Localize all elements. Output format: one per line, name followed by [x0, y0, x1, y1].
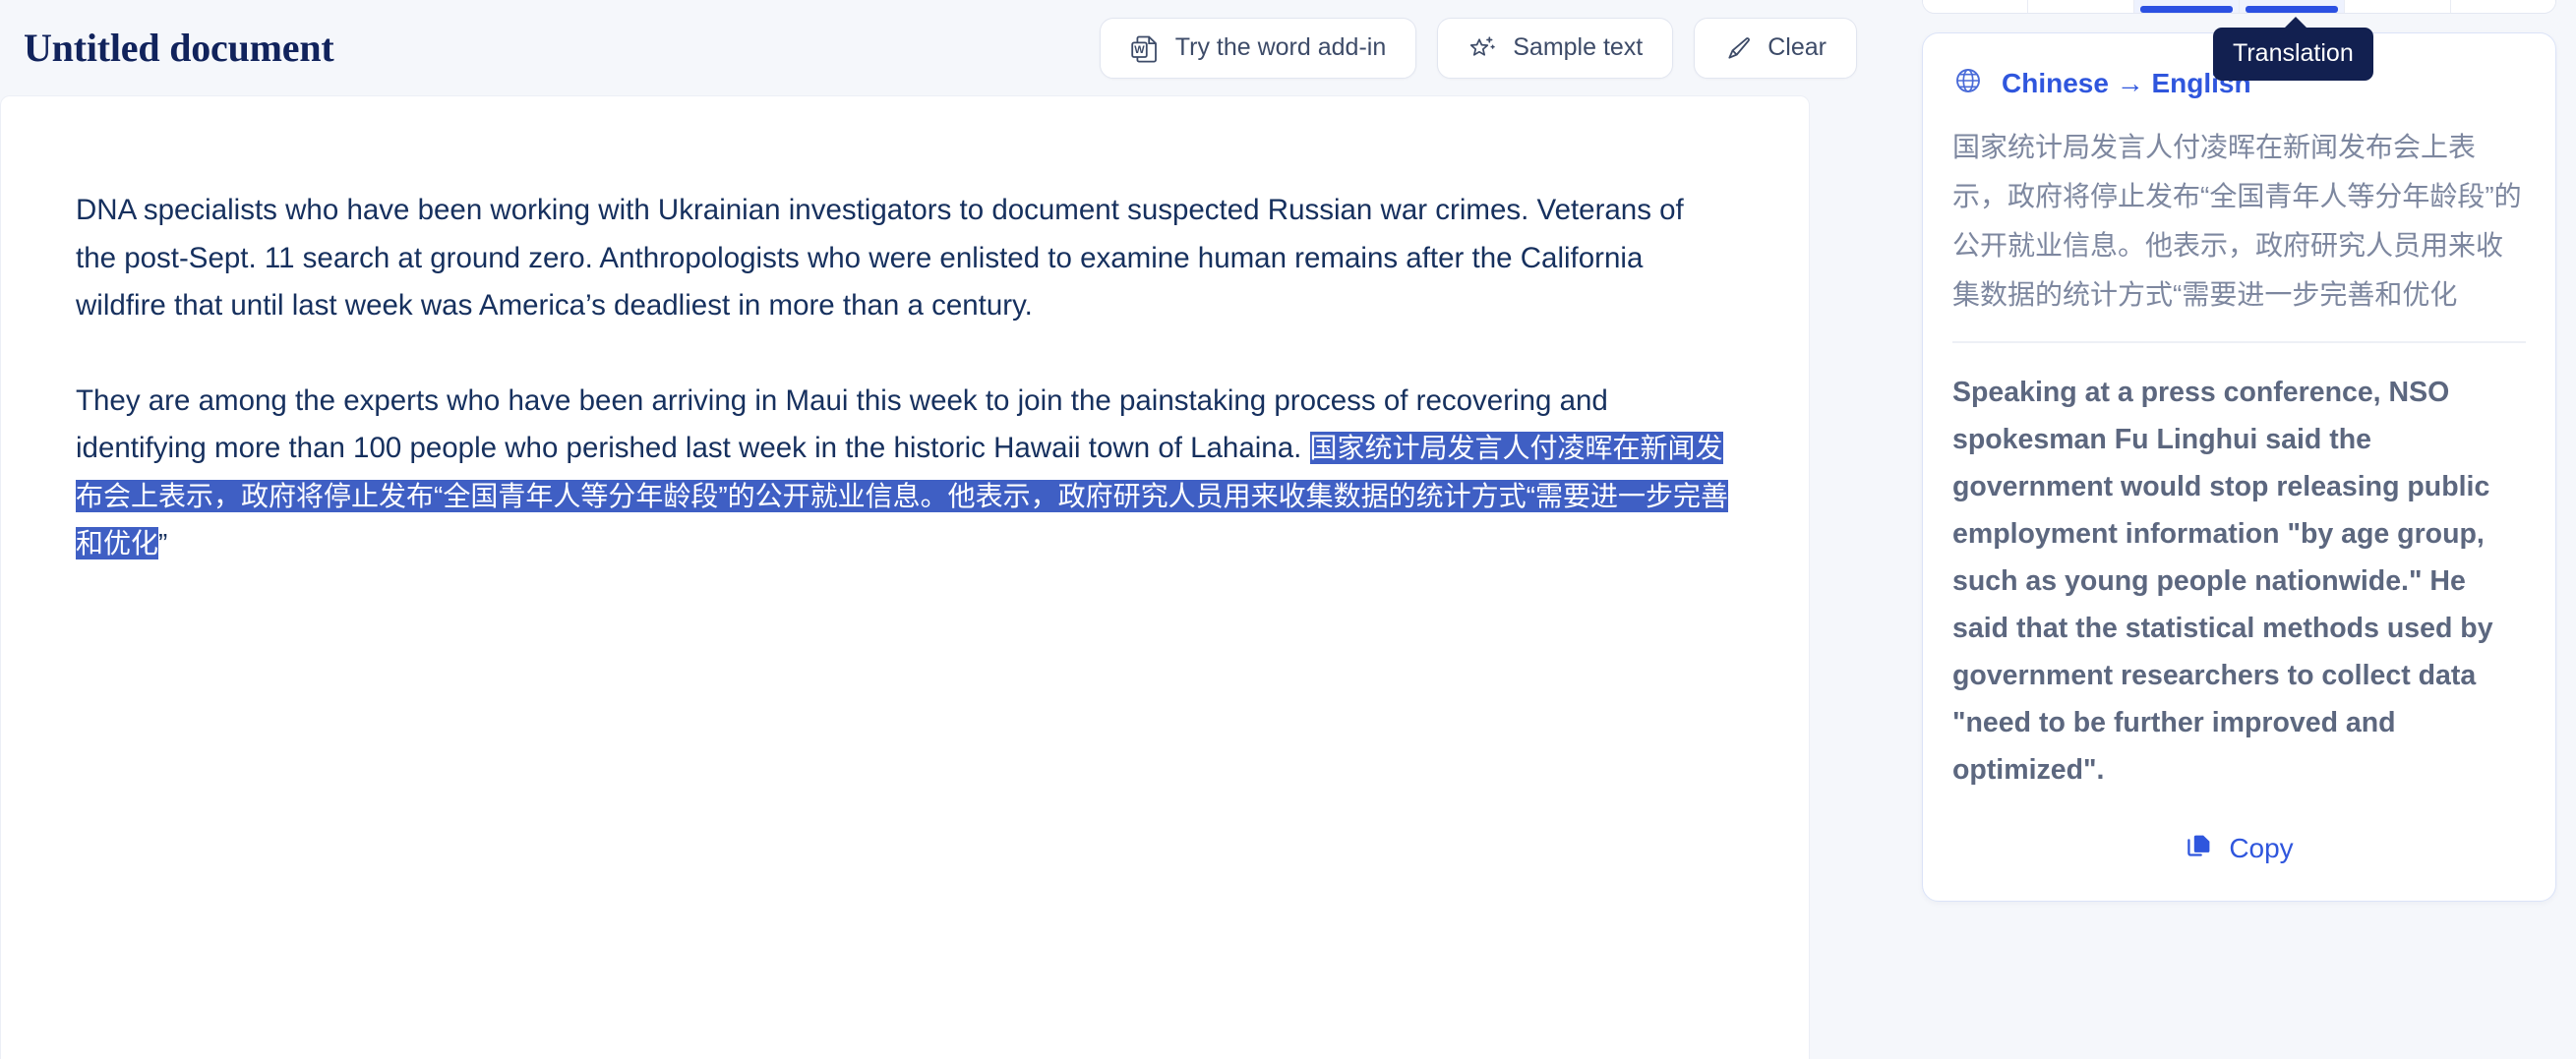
clear-button[interactable]: Clear: [1694, 17, 1857, 79]
word-document-icon: W: [1130, 32, 1160, 64]
sparkle-star-icon: [1468, 33, 1497, 63]
document-sheet[interactable]: DNA specialists who have been working wi…: [0, 95, 1810, 1059]
paragraph-2-trailing-quote: ”: [158, 528, 168, 559]
globe-icon: [1952, 65, 1984, 101]
panel-tab-4[interactable]: [2239, 0, 2346, 13]
svg-text:W: W: [1134, 44, 1145, 56]
sample-text-button[interactable]: Sample text: [1437, 17, 1674, 79]
header-actions: W Try the word add-in Sample text Clear: [1099, 17, 1857, 79]
panel-tab-2[interactable]: [2028, 0, 2134, 13]
try-word-addin-label: Try the word add-in: [1174, 33, 1387, 61]
try-word-addin-button[interactable]: W Try the word add-in: [1099, 17, 1417, 79]
translation-target-text: Speaking at a press conference, NSO spok…: [1952, 376, 2493, 786]
document-sheet-wrapper: DNA specialists who have been working wi…: [0, 95, 1900, 1059]
translation-tooltip: Translation: [2213, 17, 2373, 81]
panel-tab-strip[interactable]: [1922, 0, 2556, 14]
panel-tab-1[interactable]: [1923, 0, 2029, 13]
panel-tab-3[interactable]: [2133, 0, 2240, 13]
editor-column: Untitled document W Try the word add-in: [0, 0, 1900, 1059]
app-root: Untitled document W Try the word add-in: [0, 0, 2576, 1059]
copy-icon: [2185, 831, 2214, 867]
copy-row: Copy: [1952, 827, 2526, 875]
sample-text-label: Sample text: [1513, 33, 1644, 61]
document-paragraph-1: DNA specialists who have been working wi…: [76, 194, 1684, 322]
copy-button[interactable]: Copy: [2177, 827, 2301, 871]
translation-source-text: 国家统计局发言人付凌晖在新闻发布会上表示，政府将停止发布“全国青年人等分年龄段”…: [1952, 132, 2522, 310]
panel-tab-5[interactable]: [2345, 0, 2451, 13]
panel-tab-6[interactable]: [2450, 0, 2555, 13]
right-panel: Translation Chinese → English 国家统计局发言人付凌…: [1900, 0, 2576, 1059]
translation-divider: [1952, 341, 2526, 343]
translation-card: Chinese → English 国家统计局发言人付凌晖在新闻发布会上表示，政…: [1922, 32, 2556, 902]
document-paragraph-2: They are among the experts who have been…: [76, 378, 1728, 568]
copy-label: Copy: [2229, 833, 2294, 864]
editor-header: Untitled document W Try the word add-in: [0, 0, 1900, 95]
brush-icon: [1724, 34, 1752, 62]
page-title: Untitled document: [24, 26, 334, 70]
clear-label: Clear: [1767, 33, 1827, 61]
document-body[interactable]: DNA specialists who have been working wi…: [76, 187, 1728, 568]
